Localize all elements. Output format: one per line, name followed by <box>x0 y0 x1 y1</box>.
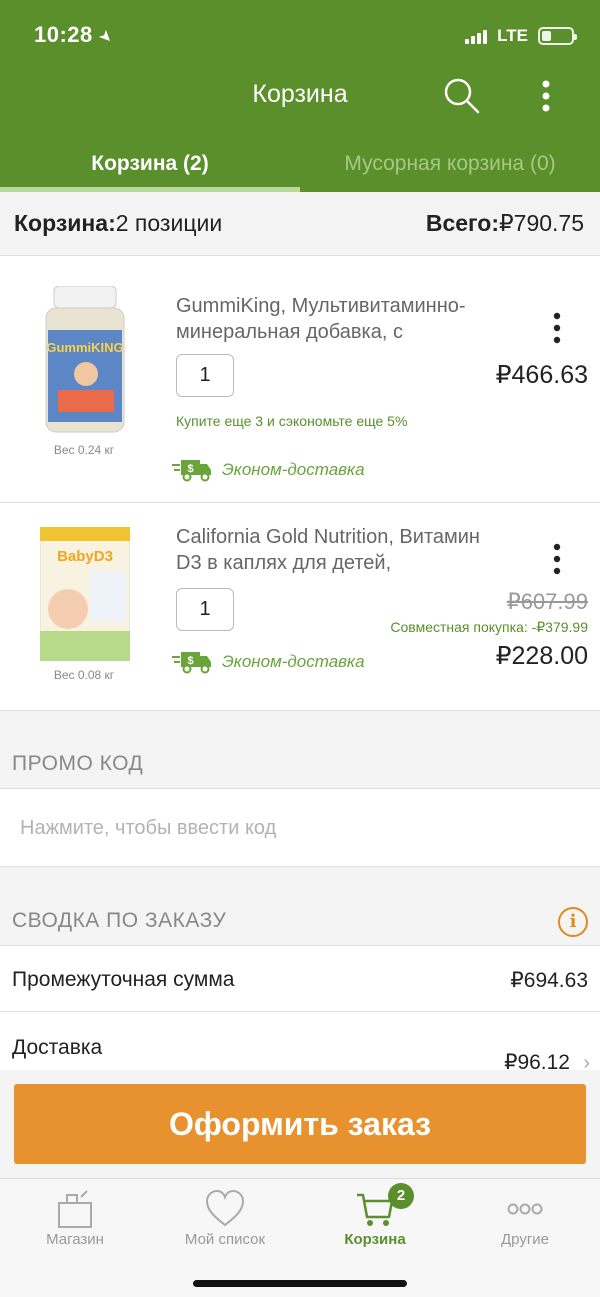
promo-title: ПРОМО КОД <box>12 752 144 775</box>
status-time: 10:28 ➤ <box>34 22 117 49</box>
bundle-discount: Совместная покупка: -₽379.99 <box>390 619 588 635</box>
shipping-option: $ Эконом-доставка <box>172 650 365 674</box>
cart-badge: 2 <box>388 1183 414 1209</box>
product-name[interactable]: GummiKing, Мультивитаминно-минеральная д… <box>176 293 511 345</box>
original-price: ₽607.99 <box>506 589 588 614</box>
shipping-label: Эконом-доставка <box>222 652 365 671</box>
svg-text:$: $ <box>187 463 193 475</box>
subtotal-label: Промежуточная сумма <box>12 968 235 991</box>
order-summary-header: СВОДКА ПО ЗАКАЗУ i <box>0 867 600 946</box>
product-image-gummiking[interactable]: GummiKING <box>40 286 130 436</box>
product-name[interactable]: California Gold Nutrition, Витамин D3 в … <box>176 524 511 576</box>
cart-summary-bar: Корзина:2 позиции Всего:₽790.75 <box>0 192 600 256</box>
product-image-babyd3[interactable]: BabyD3 <box>40 527 130 661</box>
order-summary-title: СВОДКА ПО ЗАКАЗУ <box>12 909 227 932</box>
tabbar-label: Мой список <box>184 1231 266 1248</box>
tabbar-label: Магазин <box>46 1231 104 1248</box>
cart-count: Корзина:2 позиции <box>14 210 223 236</box>
cart-item[interactable]: GummiKING Вес 0.24 кг GummiKing, Мультив… <box>0 256 600 503</box>
subtotal-value: ₽694.63 <box>510 969 588 992</box>
shipping-cost-label: Доставка <box>12 1036 103 1059</box>
quantity-field[interactable]: 1 <box>176 588 234 631</box>
info-icon[interactable]: i <box>558 907 588 937</box>
shipping-option: $ Эконом-доставка <box>172 458 365 482</box>
kebab-menu-icon <box>553 543 561 575</box>
more-icon <box>507 1203 543 1215</box>
title-bar: Корзина <box>0 70 600 122</box>
promo-placeholder: Нажмите, чтобы ввести код <box>20 817 277 839</box>
signal-icon <box>465 28 488 44</box>
shipping-row[interactable]: Доставка ₽96.12 › <box>0 1012 600 1074</box>
promo-section-header: ПРОМО КОД <box>0 711 600 789</box>
svg-text:BabyD3: BabyD3 <box>57 548 113 565</box>
delivery-truck-icon: $ <box>172 460 211 482</box>
more-menu-button[interactable] <box>528 76 564 116</box>
app-header: 10:28 ➤ LTE Корзина Корзина (2) Мусорная … <box>0 0 600 192</box>
search-button[interactable] <box>442 76 482 116</box>
heart-icon <box>205 1189 245 1227</box>
network-label: LTE <box>497 26 528 45</box>
subtotal-row: Промежуточная сумма ₽694.63 <box>0 946 600 1012</box>
battery-icon <box>538 27 577 45</box>
status-indicators: LTE <box>465 26 577 46</box>
page-title: Корзина <box>252 80 348 108</box>
quantity-field[interactable]: 1 <box>176 354 234 397</box>
shop-icon <box>58 1190 92 1228</box>
cart-tabs: Корзина (2) Мусорная корзина (0) <box>0 122 600 192</box>
svg-text:GummiKING: GummiKING <box>46 340 123 355</box>
kebab-menu-icon <box>542 80 550 112</box>
item-options-button[interactable] <box>543 539 571 579</box>
tab-trash[interactable]: Мусорная корзина (0) <box>300 122 600 192</box>
cart-item[interactable]: BabyD3 Вес 0.08 кг California Gold Nutri… <box>0 503 600 711</box>
status-bar: 10:28 ➤ LTE <box>0 0 600 70</box>
shipping-label: Эконом-доставка <box>222 460 365 479</box>
tab-cart[interactable]: Корзина (2) <box>0 122 300 192</box>
product-weight: Вес 0.08 кг <box>53 668 115 682</box>
item-price: ₽466.63 <box>495 361 588 389</box>
cart-total: Всего:₽790.75 <box>425 210 584 236</box>
home-indicator <box>193 1280 407 1287</box>
svg-text:$: $ <box>187 655 193 667</box>
item-price: ₽228.00 <box>495 642 588 670</box>
kebab-menu-icon <box>553 312 561 344</box>
promo-code-input[interactable]: Нажмите, чтобы ввести код <box>0 789 600 867</box>
delivery-truck-icon: $ <box>172 652 211 674</box>
location-arrow-icon: ➤ <box>94 26 117 49</box>
promo-note: Купите еще 3 и сэкономьте еще 5% <box>176 413 408 429</box>
product-weight: Вес 0.24 кг <box>53 443 115 457</box>
item-options-button[interactable] <box>543 308 571 348</box>
checkout-button[interactable]: Оформить заказ <box>14 1084 586 1164</box>
checkout-bar: Оформить заказ <box>0 1070 600 1178</box>
search-icon <box>444 78 480 114</box>
tabbar-label: Корзина <box>344 1231 406 1248</box>
tabbar-label: Другие <box>500 1231 550 1248</box>
